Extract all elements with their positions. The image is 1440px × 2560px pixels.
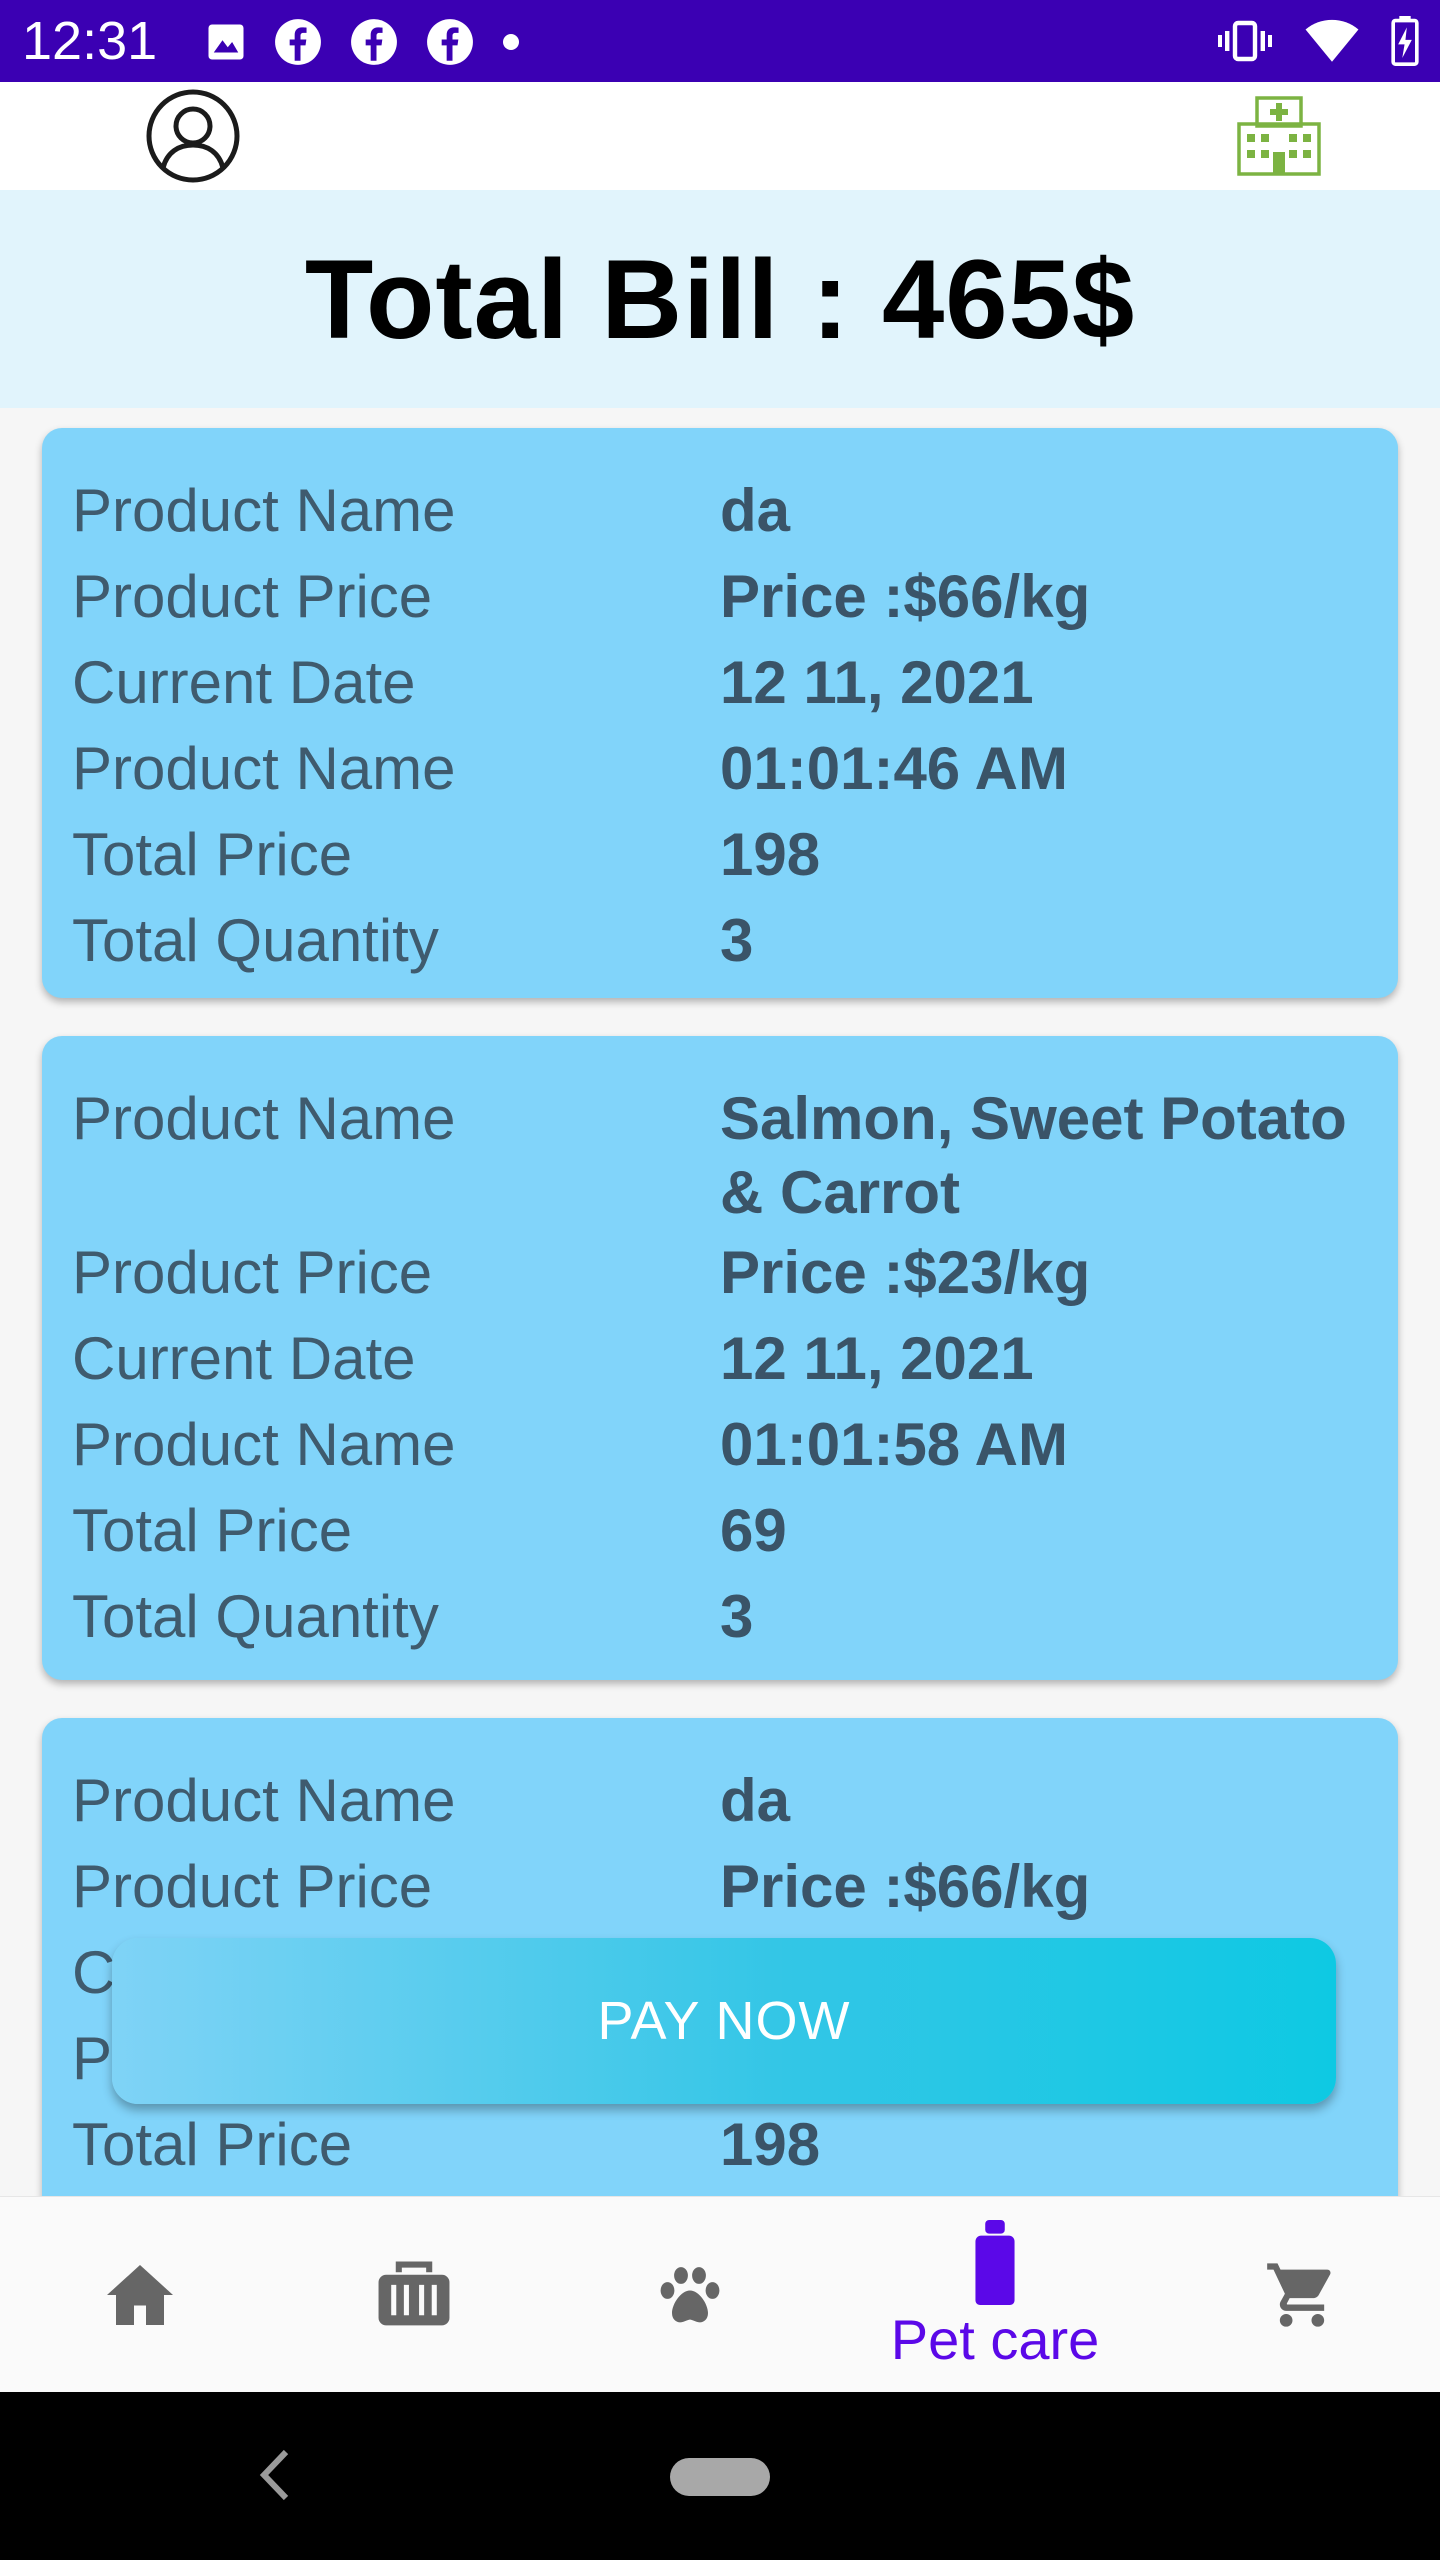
image-icon: [208, 24, 244, 60]
battery-charging-icon: [1391, 16, 1419, 66]
row-value: 69: [720, 1497, 787, 1564]
app-header: [0, 82, 1440, 190]
row-value: 198: [720, 2111, 821, 2178]
vibrate-icon: [1218, 20, 1272, 62]
row-value: 3: [720, 907, 754, 974]
pet-carrier-icon: [378, 2261, 450, 2326]
order-row: Product Name Salmon, Sweet Potato & Carro…: [72, 1076, 1368, 1230]
home-pill[interactable]: [670, 2458, 770, 2496]
home-icon: [107, 2265, 173, 2325]
row-label: Product Name: [72, 735, 456, 802]
cart-icon: [1267, 2263, 1331, 2327]
order-row: Total Quantity 3: [72, 1574, 1368, 1660]
notification-icons: [205, 18, 521, 66]
nav-item-pet-care[interactable]: Pet care: [860, 2197, 1130, 2393]
row-label: Total Price: [72, 1497, 353, 1564]
row-value: Salmon, Sweet Potato & Carrot: [720, 1085, 1347, 1226]
row-value: 12 11, 2021: [720, 1325, 1034, 1392]
bottle-icon: [975, 2220, 1015, 2306]
orders-list[interactable]: Product Name da Product Price Price :$66/k…: [0, 408, 1440, 2196]
hospital-icon[interactable]: [1235, 94, 1323, 178]
row-value: da: [720, 1767, 791, 1834]
row-label: Product Name: [72, 1411, 456, 1478]
row-label: Product Name: [72, 1085, 456, 1152]
row-label: Product Price: [72, 1239, 433, 1306]
nav-label-pet-care: Pet care: [890, 2308, 1100, 2371]
pay-now-button[interactable]: PAY NOW: [112, 1938, 1336, 2104]
order-row: Total Price 198: [72, 812, 1368, 898]
row-label: Current Date: [72, 649, 416, 716]
row-value: 01:01:58 AM: [720, 1411, 1068, 1478]
order-row: Product Name da: [72, 1758, 1368, 1844]
order-row: Product Price Price :$23/kg: [72, 1230, 1368, 1316]
total-bill-banner: Total Bill : 465$: [0, 190, 1440, 408]
status-bar: 12:31: [0, 0, 1440, 82]
order-card: Product Name da Product Price Price :$66/k…: [42, 428, 1398, 998]
row-value: 01:01:46 AM: [720, 735, 1068, 802]
row-label: Total Quantity: [72, 1583, 439, 1650]
row-label: Product Price: [72, 563, 433, 630]
wifi-icon: [1305, 19, 1359, 62]
facebook-icon: [351, 19, 397, 65]
row-label: [72, 2188, 720, 2194]
row-label: Total Price: [72, 821, 353, 888]
row-value: 198: [720, 821, 821, 888]
facebook-icon: [427, 19, 473, 65]
order-row: Product Name 01:01:46 AM: [72, 726, 1368, 812]
row-value: da: [720, 477, 791, 544]
row-value: Price :$66/kg: [720, 1853, 1091, 1920]
row-label: Total Price: [72, 2111, 353, 2178]
row-label: Product Name: [72, 1767, 456, 1834]
back-icon[interactable]: [258, 2446, 292, 2504]
order-row: Current Date 12 11, 2021: [72, 640, 1368, 726]
order-row: Current Date 12 11, 2021: [72, 1316, 1368, 1402]
order-row: Total Quantity 3: [72, 898, 1368, 984]
profile-icon[interactable]: [145, 88, 241, 184]
system-status-icons: [1216, 16, 1420, 66]
order-row: [72, 2188, 1368, 2194]
order-row: Product Name da: [72, 468, 1368, 554]
nav-item-pets[interactable]: [620, 2197, 760, 2393]
order-row: Total Price 69: [72, 1488, 1368, 1574]
total-bill-text: Total Bill : 465$: [304, 236, 1136, 362]
row-value: 3: [720, 1583, 754, 1650]
row-value: Price :$66/kg: [720, 563, 1091, 630]
order-row: Product Name 01:01:58 AM: [72, 1402, 1368, 1488]
status-time: 12:31: [22, 11, 158, 71]
nav-item-cart[interactable]: [1232, 2197, 1372, 2393]
dot-icon: [503, 34, 519, 50]
order-row: Product Price Price :$66/kg: [72, 554, 1368, 640]
paw-icon: [660, 2267, 720, 2323]
order-card: Product Name Salmon, Sweet Potato & Carro…: [42, 1036, 1398, 1680]
order-row: Product Price Price :$66/kg: [72, 1844, 1368, 1930]
row-label: Total Quantity: [72, 907, 439, 974]
bottom-navigation: Pet care: [0, 2196, 1440, 2392]
row-value: 12 11, 2021: [720, 649, 1034, 716]
row-label: Current Date: [72, 1325, 416, 1392]
nav-item-home[interactable]: [70, 2197, 210, 2393]
facebook-icon: [275, 19, 321, 65]
row-label: Product Name: [72, 477, 456, 544]
order-row: Total Price 198: [72, 2102, 1368, 2188]
row-label: Product Price: [72, 1853, 433, 1920]
row-value: Price :$23/kg: [720, 1239, 1091, 1306]
nav-item-pet-carrier[interactable]: [344, 2197, 484, 2393]
